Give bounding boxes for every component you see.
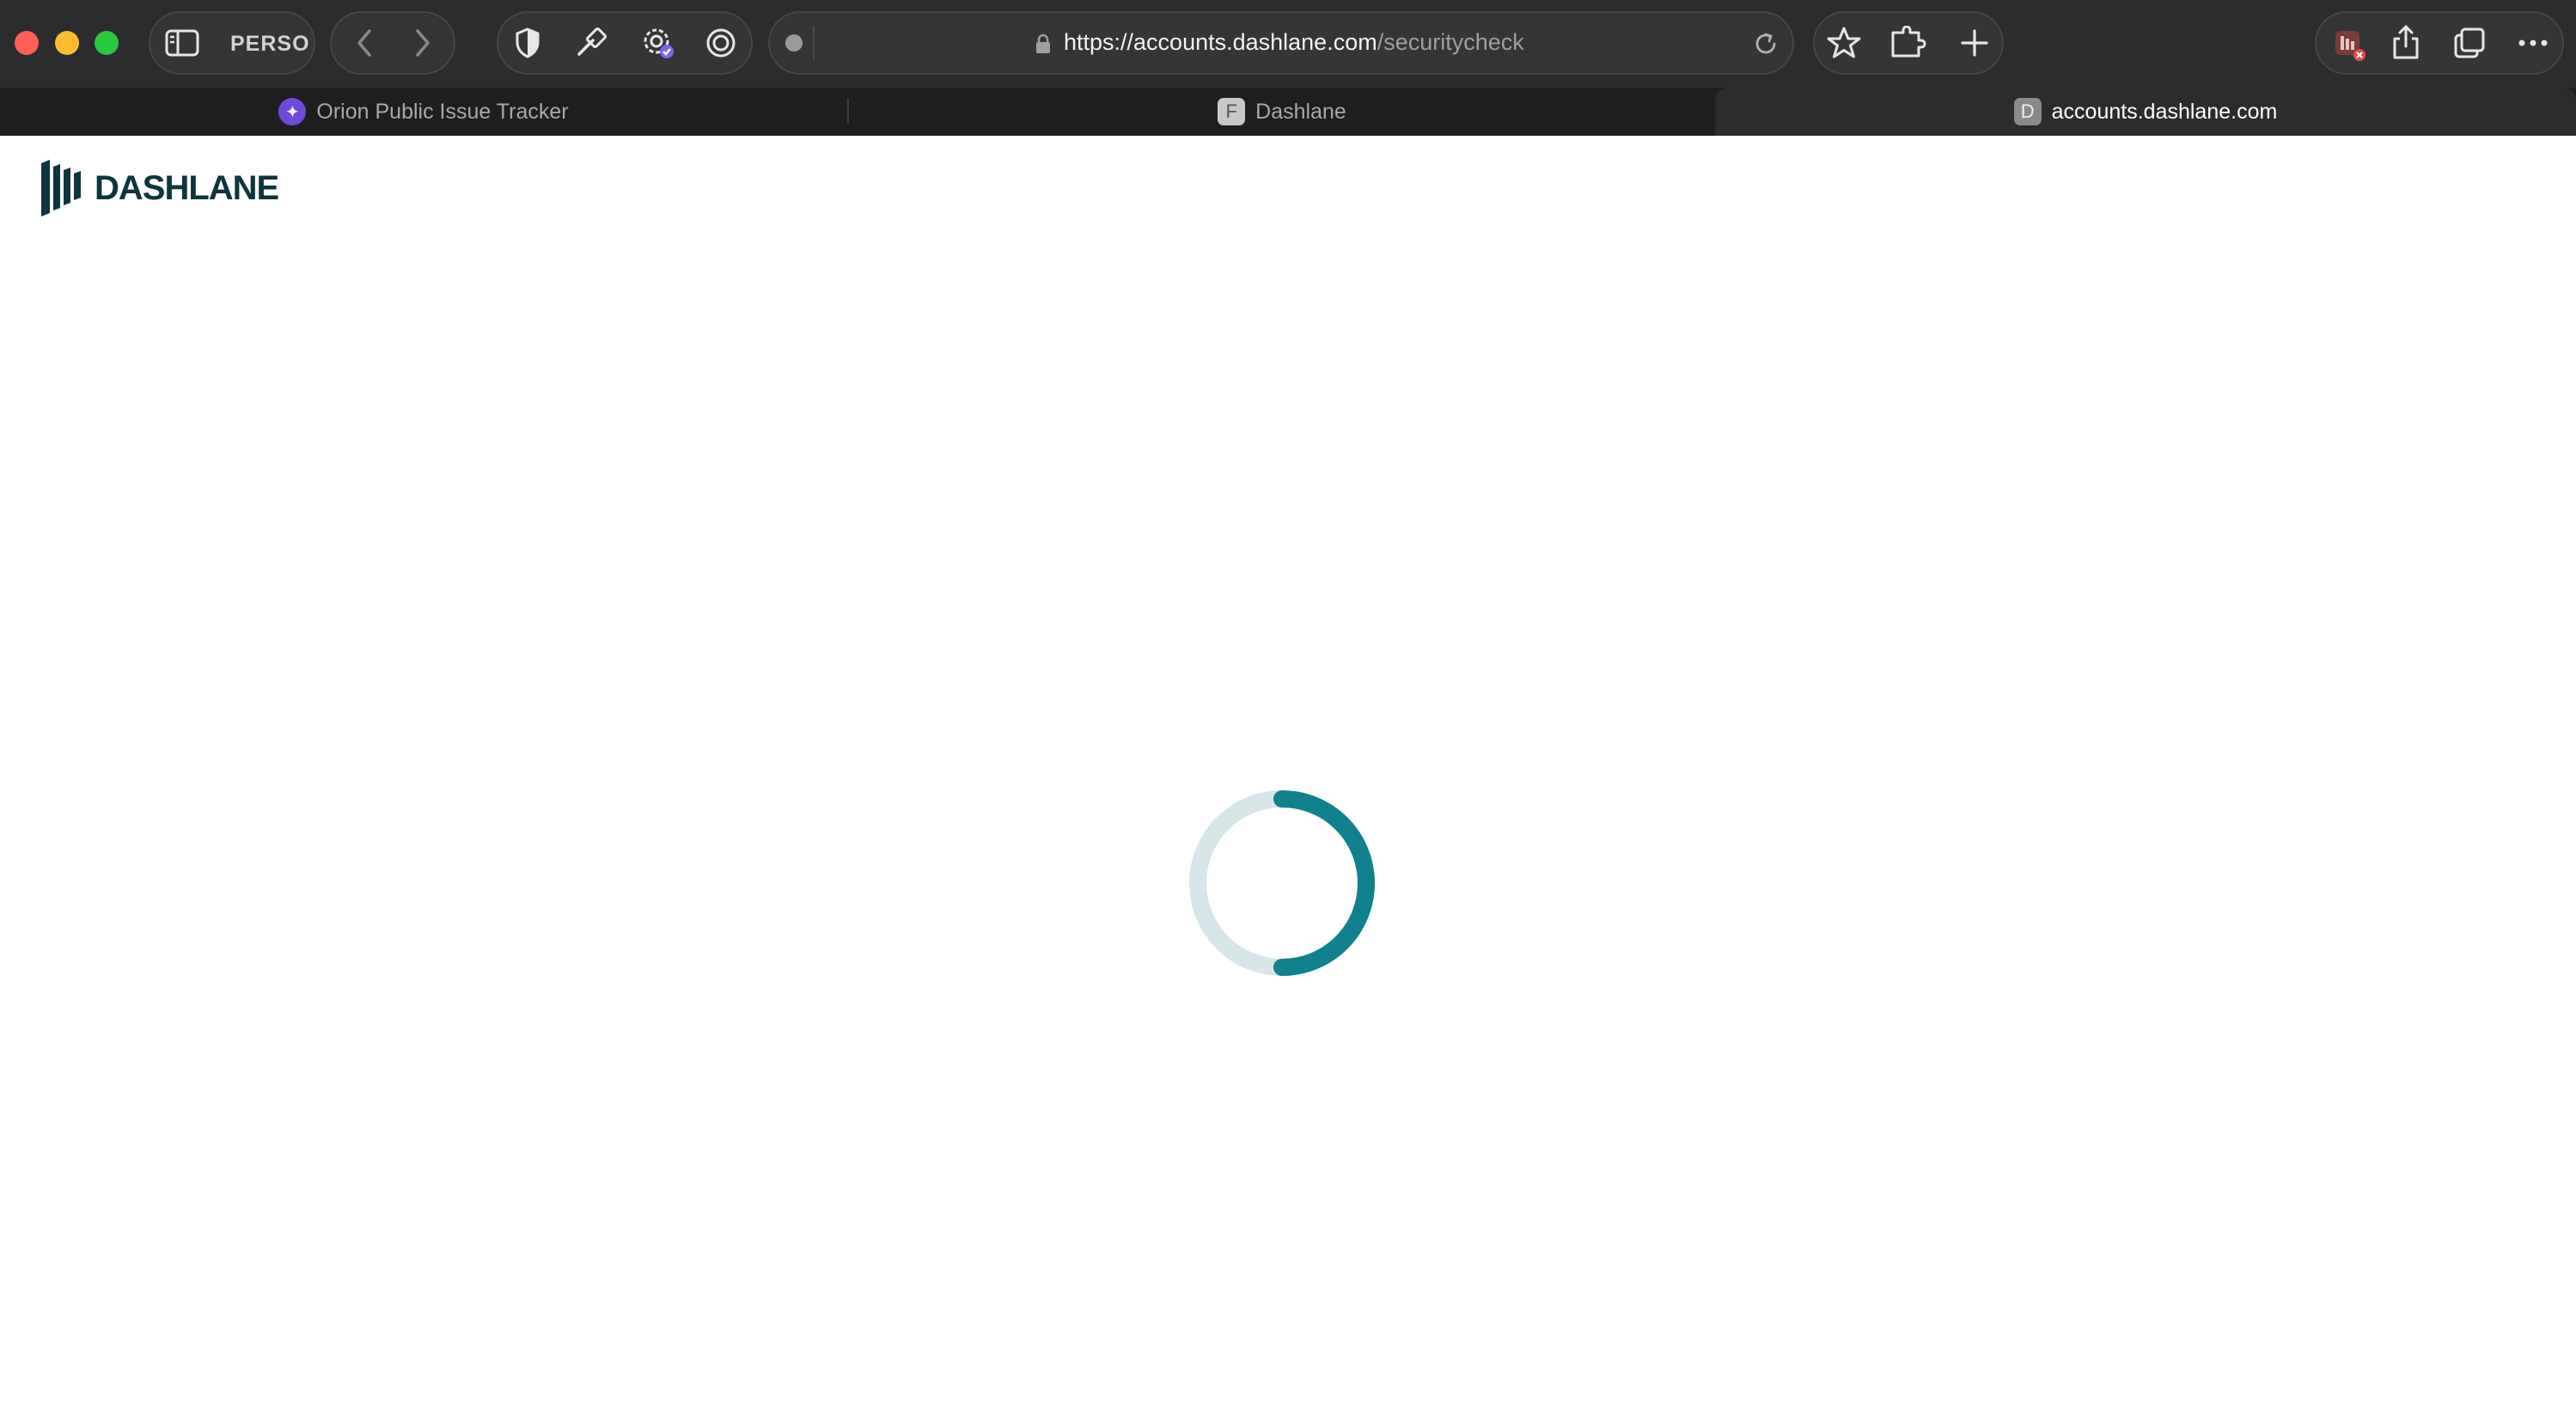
dashlane-extension-icon[interactable]: [2330, 26, 2368, 64]
tab-overview-icon[interactable]: [2451, 24, 2488, 62]
tab-strip: ✦ Orion Public Issue Tracker F Dashlane …: [0, 88, 2576, 136]
sidebar-toggle-icon[interactable]: [163, 27, 201, 58]
spinner-arc: [1273, 790, 1375, 976]
lock-icon: [1033, 31, 1053, 57]
extensions-puzzle-icon[interactable]: [1889, 24, 1928, 62]
loading-spinner: [1189, 790, 1375, 976]
tab-orion-issue-tracker[interactable]: ✦ Orion Public Issue Tracker: [0, 88, 847, 136]
logo-wordmark: DASHLANE: [95, 168, 279, 207]
tab-label: Dashlane: [1255, 99, 1346, 124]
page-content: DASHLANE: [0, 136, 2576, 1402]
shield-icon[interactable]: [510, 26, 545, 60]
forward-icon[interactable]: [406, 26, 440, 60]
tab-label: accounts.dashlane.com: [2051, 99, 2278, 124]
tab-label: Orion Public Issue Tracker: [316, 99, 569, 124]
accounts-favicon-icon: D: [2013, 98, 2042, 125]
bookmark-star-icon[interactable]: [1825, 24, 1863, 62]
back-icon[interactable]: [347, 26, 382, 60]
dashlane-logo-icon: [41, 160, 81, 216]
browser-toolbar: PERSO https://accounts.dashlane.com/secu…: [0, 0, 2576, 88]
target-icon[interactable]: [703, 26, 739, 60]
window-maximize-button[interactable]: [95, 31, 119, 55]
url-host: https://accounts.dashlane.com: [1064, 29, 1377, 55]
address-bar-divider: [813, 26, 815, 60]
new-tab-plus-icon[interactable]: [1956, 24, 1993, 62]
reload-icon[interactable]: [1749, 27, 1782, 60]
share-icon[interactable]: [2387, 22, 2425, 62]
window-minimize-button[interactable]: [55, 31, 79, 55]
address-url[interactable]: https://accounts.dashlane.com/securitych…: [1064, 29, 1524, 56]
url-path: /securitycheck: [1377, 29, 1524, 55]
window-close-button[interactable]: [15, 31, 39, 55]
page-status-dot-icon: [784, 33, 804, 53]
profile-label[interactable]: PERSO: [230, 32, 310, 57]
tab-separator: [847, 98, 849, 124]
tab-dashlane[interactable]: F Dashlane: [849, 88, 1715, 136]
dashlane-logo[interactable]: DASHLANE: [41, 160, 279, 216]
orion-favicon-icon: ✦: [278, 98, 307, 125]
settings-gear-icon[interactable]: [639, 24, 677, 62]
more-options-icon[interactable]: [2514, 26, 2552, 60]
tab-accounts-dashlane[interactable]: D accounts.dashlane.com: [1715, 88, 2576, 136]
dashlane-favicon-icon: F: [1218, 98, 1246, 125]
hammer-icon[interactable]: [572, 26, 608, 60]
